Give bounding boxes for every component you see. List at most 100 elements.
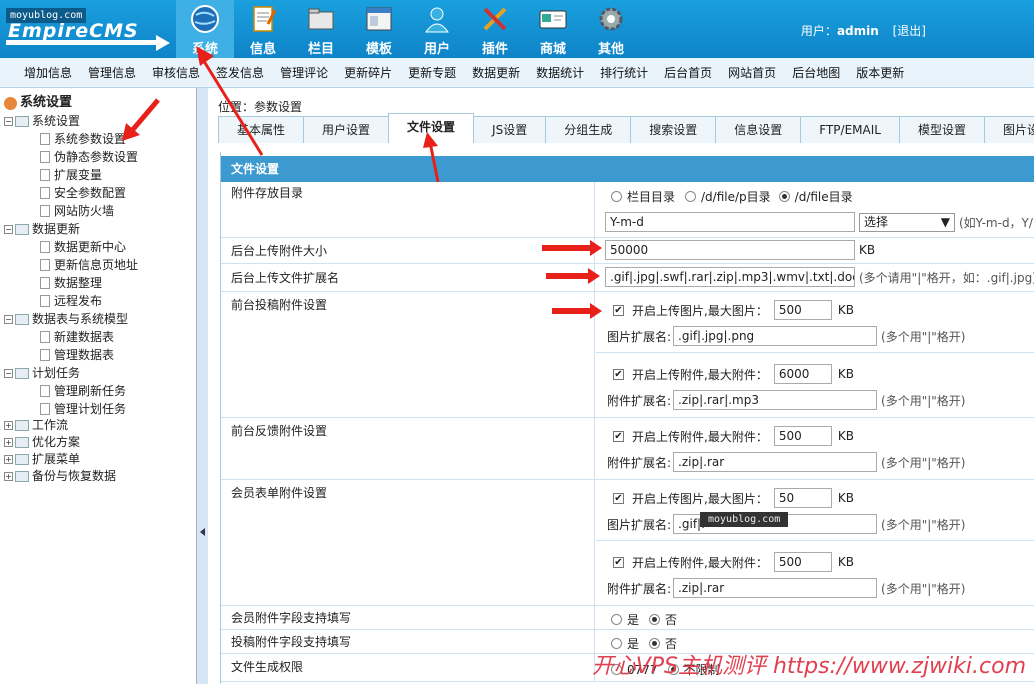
dir-format-input[interactable]: Y-m-d: [605, 212, 855, 232]
upload-size-input[interactable]: 50000: [605, 240, 855, 260]
memfield-yes-radio[interactable]: [611, 614, 622, 625]
settings-icon: [4, 96, 17, 110]
tree-group-optimize[interactable]: + 优化方案: [4, 433, 80, 451]
tree-item-refresh-tasks[interactable]: 管理刷新任务: [40, 382, 126, 400]
row-label: 后台上传文件扩展名: [231, 271, 340, 285]
row-upload-size: 后台上传附件大小 50000 KB: [221, 238, 1034, 264]
tree-item-rewrite-params[interactable]: 伪静态参数设置: [40, 148, 138, 166]
subnav-admin-home[interactable]: 后台首页: [656, 58, 720, 87]
tab-user[interactable]: 用户设置: [303, 116, 390, 143]
tree-item-update-urls[interactable]: 更新信息页地址: [40, 256, 138, 274]
logout-link[interactable]: [退出]: [893, 24, 926, 38]
front-att-checkbox[interactable]: ✔: [613, 368, 624, 380]
logo-arrow-icon: [156, 35, 170, 51]
tree-item-update-center[interactable]: 数据更新中心: [40, 238, 126, 256]
front-att-ext-input[interactable]: .zip|.rar|.mp3: [673, 390, 878, 410]
field-label: 图片扩展名:: [607, 517, 672, 532]
settings-tabs: 基本属性 用户设置 文件设置 JS设置 分组生成 搜索设置 信息设置 FTP/E…: [218, 113, 1034, 143]
doc-icon: [40, 169, 50, 181]
subnav-rank-stats[interactable]: 排行统计: [592, 58, 656, 87]
radio-column-dir[interactable]: [611, 191, 622, 202]
tree-group-ext-menu[interactable]: + 扩展菜单: [4, 450, 80, 468]
member-img-checkbox[interactable]: ✔: [613, 492, 624, 504]
top-bar: moyublog.com EmpireCMS 系统 信息 栏目 模板 用户 插件: [0, 0, 1034, 58]
tree-item-ext-vars[interactable]: 扩展变量: [40, 166, 102, 184]
tree-item-system-params[interactable]: 系统参数设置: [40, 130, 126, 148]
annotation-arrow-icon: [546, 268, 600, 284]
feedback-att-max-input[interactable]: 500: [773, 426, 832, 446]
nav-shop[interactable]: 商城: [524, 0, 582, 58]
tree-item-label: 更新信息页地址: [54, 258, 139, 272]
tree-item-security[interactable]: 安全参数配置: [40, 184, 126, 202]
front-img-checkbox[interactable]: ✔: [613, 304, 624, 316]
tab-group-gen[interactable]: 分组生成: [545, 116, 632, 143]
nav-plugin[interactable]: 插件: [466, 0, 524, 58]
tree-item-data-cleanup[interactable]: 数据整理: [40, 274, 102, 292]
member-att-max-input[interactable]: 500: [773, 552, 832, 572]
subnav-update-topics[interactable]: 更新专题: [400, 58, 464, 87]
subnav-update-fragments[interactable]: 更新碎片: [336, 58, 400, 87]
feedback-att-checkbox[interactable]: ✔: [613, 430, 624, 442]
unit-label: KB: [837, 491, 854, 505]
tree-group-workflow[interactable]: + 工作流: [4, 416, 68, 434]
radio-label: /d/file目录: [794, 190, 853, 204]
subnav-version-update[interactable]: 版本更新: [848, 58, 912, 87]
dir-format-hint: (如Y-m-d，Y/m: [959, 215, 1034, 230]
subnav-add-info[interactable]: 增加信息: [16, 58, 80, 87]
tree-item-manage-tables[interactable]: 管理数据表: [40, 346, 114, 364]
folder-icon: [15, 470, 29, 482]
front-att-max-input[interactable]: 6000: [773, 364, 832, 384]
tree-item-new-table[interactable]: 新建数据表: [40, 328, 114, 346]
tab-model[interactable]: 模型设置: [898, 116, 985, 143]
nav-other[interactable]: 其他: [582, 0, 640, 58]
subnav-data-stats[interactable]: 数据统计: [528, 58, 592, 87]
tree-group-data-update[interactable]: − 数据更新: [4, 220, 80, 238]
member-att-checkbox[interactable]: ✔: [613, 556, 624, 568]
upload-ext-input[interactable]: .gif|.jpg|.swf|.rar|.zip|.mp3|.wmv|.txt|…: [605, 267, 855, 287]
member-img-max-input[interactable]: 50: [773, 488, 832, 508]
tree-group-backup[interactable]: + 备份与恢复数据: [4, 467, 116, 485]
sidebar-splitter[interactable]: [196, 88, 208, 684]
tools-icon: [483, 7, 507, 31]
radio-dfile[interactable]: [778, 191, 790, 202]
tree-root[interactable]: 系统设置: [4, 94, 72, 112]
radio-label: 否: [665, 613, 678, 627]
tab-info[interactable]: 信息设置: [715, 116, 802, 143]
folder-icon: [15, 115, 29, 127]
memfield-no-radio[interactable]: [649, 614, 661, 625]
nav-template[interactable]: 模板: [350, 0, 408, 58]
row-front-attach: 前台投稿附件设置 ✔ 开启上传图片,最大图片： 500 KB 图片扩展名: .gi…: [221, 292, 1034, 418]
tree-group-tables[interactable]: − 数据表与系统模型: [4, 310, 128, 328]
folder-icon: [15, 453, 29, 465]
front-img-max-input[interactable]: 500: [773, 300, 832, 320]
member-att-ext-input[interactable]: .zip|.rar: [673, 578, 878, 598]
doc-icon: [40, 385, 50, 397]
feedback-att-ext-input[interactable]: .zip|.rar: [673, 452, 878, 472]
nav-category[interactable]: 栏目: [292, 0, 350, 58]
checkbox-label: 开启上传图片,最大图片：: [632, 303, 768, 318]
tree-group-tasks[interactable]: − 计划任务: [4, 364, 80, 382]
front-img-ext-input[interactable]: .gif|.jpg|.png: [673, 326, 878, 346]
tree-item-remote-publish[interactable]: 远程发布: [40, 292, 102, 310]
nav-label: 用户: [423, 42, 450, 57]
row-label: 前台投稿附件设置: [231, 298, 328, 312]
dir-format-select[interactable]: 选择 ▼: [859, 212, 955, 232]
annotation-arrow-icon: [196, 46, 264, 156]
tab-search[interactable]: 搜索设置: [630, 116, 717, 143]
row-label: 会员附件字段支持填写: [231, 611, 352, 625]
row-label: 会员表单附件设置: [231, 486, 328, 500]
nav-user[interactable]: 用户: [408, 0, 466, 58]
tab-image[interactable]: 图片设置: [983, 116, 1034, 143]
subnav-manage-comments[interactable]: 管理评论: [272, 58, 336, 87]
tab-ftp-email[interactable]: FTP/EMAIL: [800, 116, 900, 143]
subnav-manage-info[interactable]: 管理信息: [80, 58, 144, 87]
doc-icon: [40, 277, 50, 289]
tree-group-system[interactable]: − 系统设置: [4, 112, 80, 130]
subnav-data-update[interactable]: 数据更新: [464, 58, 528, 87]
tree-item-firewall[interactable]: 网站防火墙: [40, 202, 114, 220]
subnav-site-home[interactable]: 网站首页: [720, 58, 784, 87]
unit-label: KB: [837, 367, 854, 381]
tab-js[interactable]: JS设置: [473, 116, 547, 143]
subnav-admin-map[interactable]: 后台地图: [784, 58, 848, 87]
radio-dfile-p[interactable]: [685, 191, 697, 202]
